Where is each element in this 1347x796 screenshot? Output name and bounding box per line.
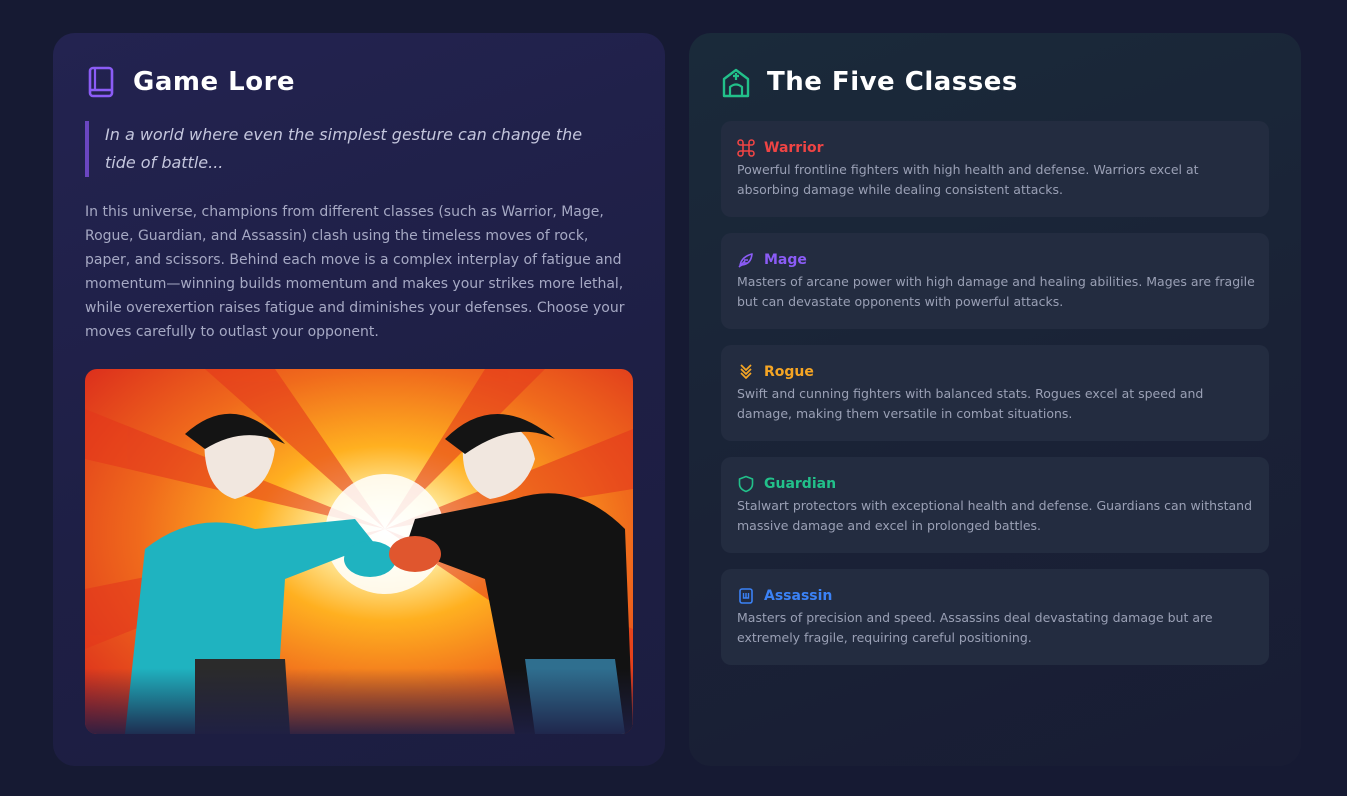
class-header-mage: Mage bbox=[737, 250, 807, 270]
game-lore-header: Game Lore bbox=[86, 62, 295, 102]
class-desc-warrior: Powerful frontline fighters with high he… bbox=[737, 162, 1199, 197]
chevrons-down-icon bbox=[737, 363, 755, 381]
class-card-guardian: Guardian Stalwart protectors with except… bbox=[721, 457, 1269, 553]
class-name-guardian: Guardian bbox=[764, 476, 837, 492]
command-icon bbox=[737, 139, 755, 157]
class-header-rogue: Rogue bbox=[737, 362, 814, 382]
class-name-assassin: Assassin bbox=[764, 588, 833, 604]
badge-icon bbox=[737, 587, 755, 605]
class-header-guardian: Guardian bbox=[737, 474, 836, 494]
class-header-warrior: Warrior bbox=[737, 138, 824, 158]
class-card-warrior: Warrior Powerful frontline fighters with… bbox=[721, 121, 1269, 217]
book-icon bbox=[86, 65, 116, 99]
class-card-rogue: Rogue Swift and cunning fighters with ba… bbox=[721, 345, 1269, 441]
game-lore-title: Game Lore bbox=[133, 67, 296, 97]
five-classes-header: The Five Classes bbox=[721, 62, 1018, 102]
class-name-warrior: Warrior bbox=[764, 140, 824, 156]
class-desc-guardian: Stalwart protectors with exceptional hea… bbox=[737, 498, 1253, 533]
shield-icon bbox=[737, 475, 755, 493]
five-classes-title: The Five Classes bbox=[767, 67, 1018, 97]
feather-icon bbox=[737, 251, 755, 269]
class-card-mage: Mage Masters of arcane power with high d… bbox=[721, 233, 1269, 329]
class-card-assassin: Assassin Masters of precision and speed.… bbox=[721, 569, 1269, 665]
lore-body-text: In this universe, champions from differe… bbox=[85, 204, 625, 340]
church-icon bbox=[721, 65, 751, 99]
lore-illustration bbox=[85, 369, 633, 734]
class-name-rogue: Rogue bbox=[764, 364, 814, 380]
class-name-mage: Mage bbox=[764, 252, 807, 268]
lore-quote: In a world where even the simplest gestu… bbox=[85, 121, 605, 177]
class-desc-rogue: Swift and cunning fighters with balanced… bbox=[737, 386, 1204, 421]
class-desc-assassin: Masters of precision and speed. Assassin… bbox=[737, 610, 1213, 645]
class-header-assassin: Assassin bbox=[737, 586, 832, 606]
class-desc-mage: Masters of arcane power with high damage… bbox=[737, 274, 1255, 309]
